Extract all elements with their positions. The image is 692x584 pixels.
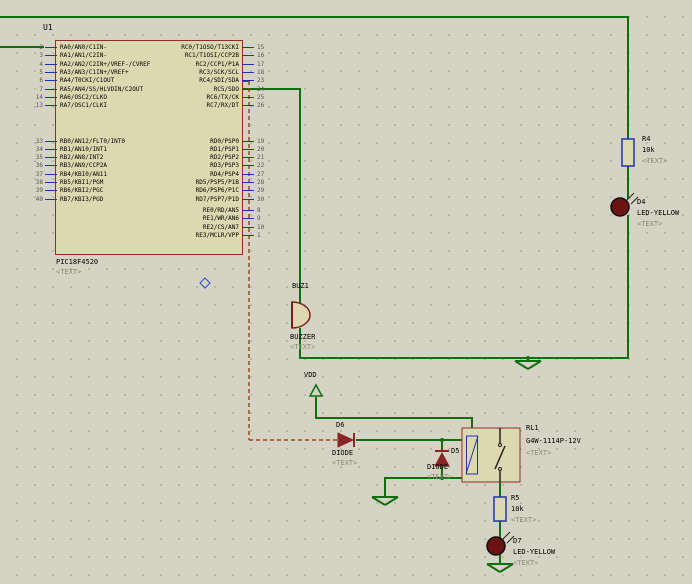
pin-30[interactable]: RD7/PSP7/P1D 30	[60, 195, 272, 204]
buz1-text-prop: <TEXT>	[290, 343, 316, 351]
buz1-ref: BUZ1	[292, 282, 309, 290]
pin-stub	[242, 198, 254, 200]
pin-stub	[242, 234, 254, 236]
pin-stub	[242, 55, 254, 57]
relay-rl1[interactable]	[461, 427, 521, 483]
pin-label: RE3/MCLR/VPP	[195, 231, 239, 239]
d5-ref: D5	[451, 447, 460, 455]
ground-symbol[interactable]	[371, 496, 399, 506]
pin-1[interactable]: RE3/MCLR/VPP 1	[60, 231, 272, 240]
pin-label: RC7/RX/DT	[206, 102, 239, 110]
d5-value: DIODE	[427, 463, 449, 471]
pin-stub	[45, 96, 57, 98]
r4-value: 10k	[642, 146, 655, 154]
pin-number: 30	[257, 195, 265, 203]
pin-stub	[242, 218, 254, 220]
rl1-ref: RL1	[526, 424, 539, 432]
pin-number: 40	[35, 195, 43, 203]
d7-ref: D7	[513, 537, 522, 545]
buzzer-buz1[interactable]	[291, 301, 311, 329]
pin-stub	[45, 148, 57, 150]
rl1-value: G4W-1114P-12V	[526, 437, 581, 445]
rl1-text-prop: <TEXT>	[526, 449, 552, 457]
pin-stub	[45, 47, 57, 48]
pin-stub	[45, 165, 57, 167]
pin-stub	[45, 182, 57, 183]
pin-stub	[242, 226, 254, 228]
d6-text-prop: <TEXT>	[332, 459, 358, 467]
pin-26[interactable]: RC7/RX/DT 26	[60, 101, 272, 110]
r4-ref: R4	[642, 135, 651, 143]
d4-value: LED-YELLOW	[637, 209, 680, 217]
pin-stub	[45, 173, 57, 175]
led-d4[interactable]	[610, 192, 639, 217]
pin-stub	[242, 96, 254, 98]
schematic-canvas[interactable]: 2 RA0/AN0/C1IN- 3 RA1/AN1/C2IN- 4 RA2/AN2/C2I…	[0, 0, 692, 584]
pin-stub	[45, 71, 57, 73]
pin-stub	[242, 173, 254, 175]
ground-symbol[interactable]	[514, 358, 542, 370]
pin-stub	[45, 105, 57, 107]
diode-d6[interactable]	[337, 432, 355, 448]
pin-stub	[242, 88, 254, 90]
r4-text-prop: <TEXT>	[642, 157, 668, 165]
origin-marker-icon	[199, 277, 211, 289]
pin-stub	[45, 88, 57, 90]
pin-stub	[242, 182, 254, 183]
pin-stub	[242, 165, 254, 167]
pin-stub	[242, 140, 254, 142]
pin-stub	[242, 47, 254, 48]
pin-stub	[45, 198, 57, 200]
u1-text-prop: <TEXT>	[56, 268, 82, 276]
pin-stub	[242, 148, 254, 150]
pin-stub	[242, 71, 254, 73]
pin-stub	[242, 105, 254, 107]
d7-text-prop: <TEXT>	[513, 559, 539, 567]
pin-stub	[45, 55, 57, 57]
vdd-power-symbol[interactable]	[308, 383, 324, 397]
r5-value: 10k	[511, 505, 524, 513]
pin-number: 26	[257, 102, 265, 110]
d6-ref: D6	[336, 421, 345, 429]
dashed-wire[interactable]	[248, 81, 338, 441]
resistor-r5[interactable]	[493, 496, 507, 522]
pin-stub	[242, 210, 254, 211]
pin-stub	[45, 157, 57, 159]
pin-stub	[242, 190, 254, 192]
vdd-label: VDD	[304, 371, 317, 379]
u1-value: PIC18F4520	[56, 258, 99, 266]
resistor-r4[interactable]	[621, 138, 635, 167]
d6-value: DIODE	[332, 449, 354, 457]
pin-number: 13	[35, 102, 43, 110]
r5-ref: R5	[511, 494, 520, 502]
pin-stub	[45, 140, 57, 142]
ground-symbol[interactable]	[486, 563, 514, 573]
pin-stub	[45, 80, 57, 82]
buz1-value: BUZZER	[290, 333, 316, 341]
pin-stub	[242, 63, 254, 65]
u1-ref: U1	[43, 23, 53, 32]
pin-stub	[45, 190, 57, 192]
r5-text-prop: <TEXT>	[511, 516, 537, 524]
d5-text-prop: <TEXT>	[427, 473, 453, 481]
d7-value: LED-YELLOW	[513, 548, 556, 556]
pin-stub	[242, 80, 254, 82]
d4-text-prop: <TEXT>	[637, 220, 663, 228]
pin-number: 1	[257, 231, 261, 239]
pin-stub	[45, 63, 57, 65]
d4-ref: D4	[637, 198, 646, 206]
pin-label: RD7/PSP7/P1D	[195, 195, 239, 203]
pin-stub	[242, 157, 254, 159]
